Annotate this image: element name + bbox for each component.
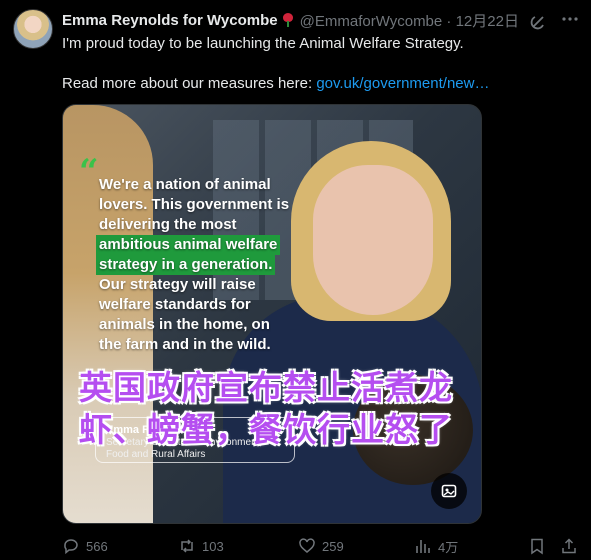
overlay-headline: 英国政府宣布禁止活煮龙 虾、螃蟹，餐饮行业怒了 (79, 367, 479, 451)
grok-icon[interactable] (529, 13, 547, 31)
retweet-count: 103 (202, 538, 224, 554)
tweet-date: 12月22日 (455, 12, 519, 30)
quote-line: Our strategy will raise (99, 276, 256, 293)
quote-line: welfare standards for (99, 296, 251, 313)
avatar[interactable] (13, 9, 53, 49)
retweet-button[interactable]: 103 (178, 537, 224, 555)
tweet-text-line2: Read more about our measures here: gov.u… (62, 75, 490, 92)
views-button[interactable]: 4万 (414, 537, 458, 556)
quote-line: delivering the most (99, 216, 237, 233)
share-icon (562, 538, 576, 554)
media-image[interactable]: “ We're a nation of animal lovers. This … (62, 104, 482, 524)
quote-open-mark: “ (79, 152, 99, 192)
reply-button[interactable]: 566 (62, 537, 108, 555)
alt-text-icon[interactable] (431, 473, 467, 509)
quote-line: animals in the home, on (99, 316, 270, 333)
rose-icon (282, 13, 294, 27)
quote-line: We're a nation of animal (99, 176, 271, 193)
tweet-text: I'm proud today to be launching the Anim… (62, 34, 572, 94)
like-button[interactable]: 259 (298, 537, 344, 555)
views-icon (416, 540, 430, 553)
quote-line: the farm and in the wild. (99, 336, 271, 353)
reply-icon (64, 539, 78, 555)
views-count: 4万 (438, 539, 459, 555)
bookmark-icon (531, 538, 543, 555)
like-icon (299, 538, 315, 553)
reply-count: 566 (86, 538, 108, 554)
like-count: 259 (322, 538, 344, 554)
retweet-icon (181, 539, 193, 553)
quote-lines: We're a nation of animal lovers. This go… (96, 175, 290, 355)
tweet-text-line1: I'm proud today to be launching the Anim… (62, 35, 464, 52)
header-icons (529, 10, 579, 34)
author-name[interactable]: Emma Reynolds for Wycombe (62, 12, 278, 29)
tweet-header: Emma Reynolds for Wycombe @EmmaforWycomb… (62, 10, 579, 30)
share-button[interactable] (560, 537, 578, 555)
photo-figure-face (313, 165, 433, 315)
bookmark-button[interactable] (528, 537, 546, 555)
more-icon[interactable] (561, 10, 579, 34)
quote-line-highlight: ambitious animal welfare (96, 235, 281, 255)
quote-line-highlight: strategy in a generation. (96, 255, 276, 275)
article-link[interactable]: gov.uk/government/new… (316, 75, 489, 92)
action-bar: 566 103 259 4万 (62, 536, 582, 556)
quote-line: lovers. This government is (99, 196, 290, 213)
author-handle[interactable]: @EmmaforWycombe · 12月22日 (300, 10, 519, 31)
overlay-line1: 英国政府宣布禁止活煮龙 (79, 368, 453, 407)
overlay-line2: 虾、螃蟹，餐饮行业怒了 (79, 410, 453, 449)
